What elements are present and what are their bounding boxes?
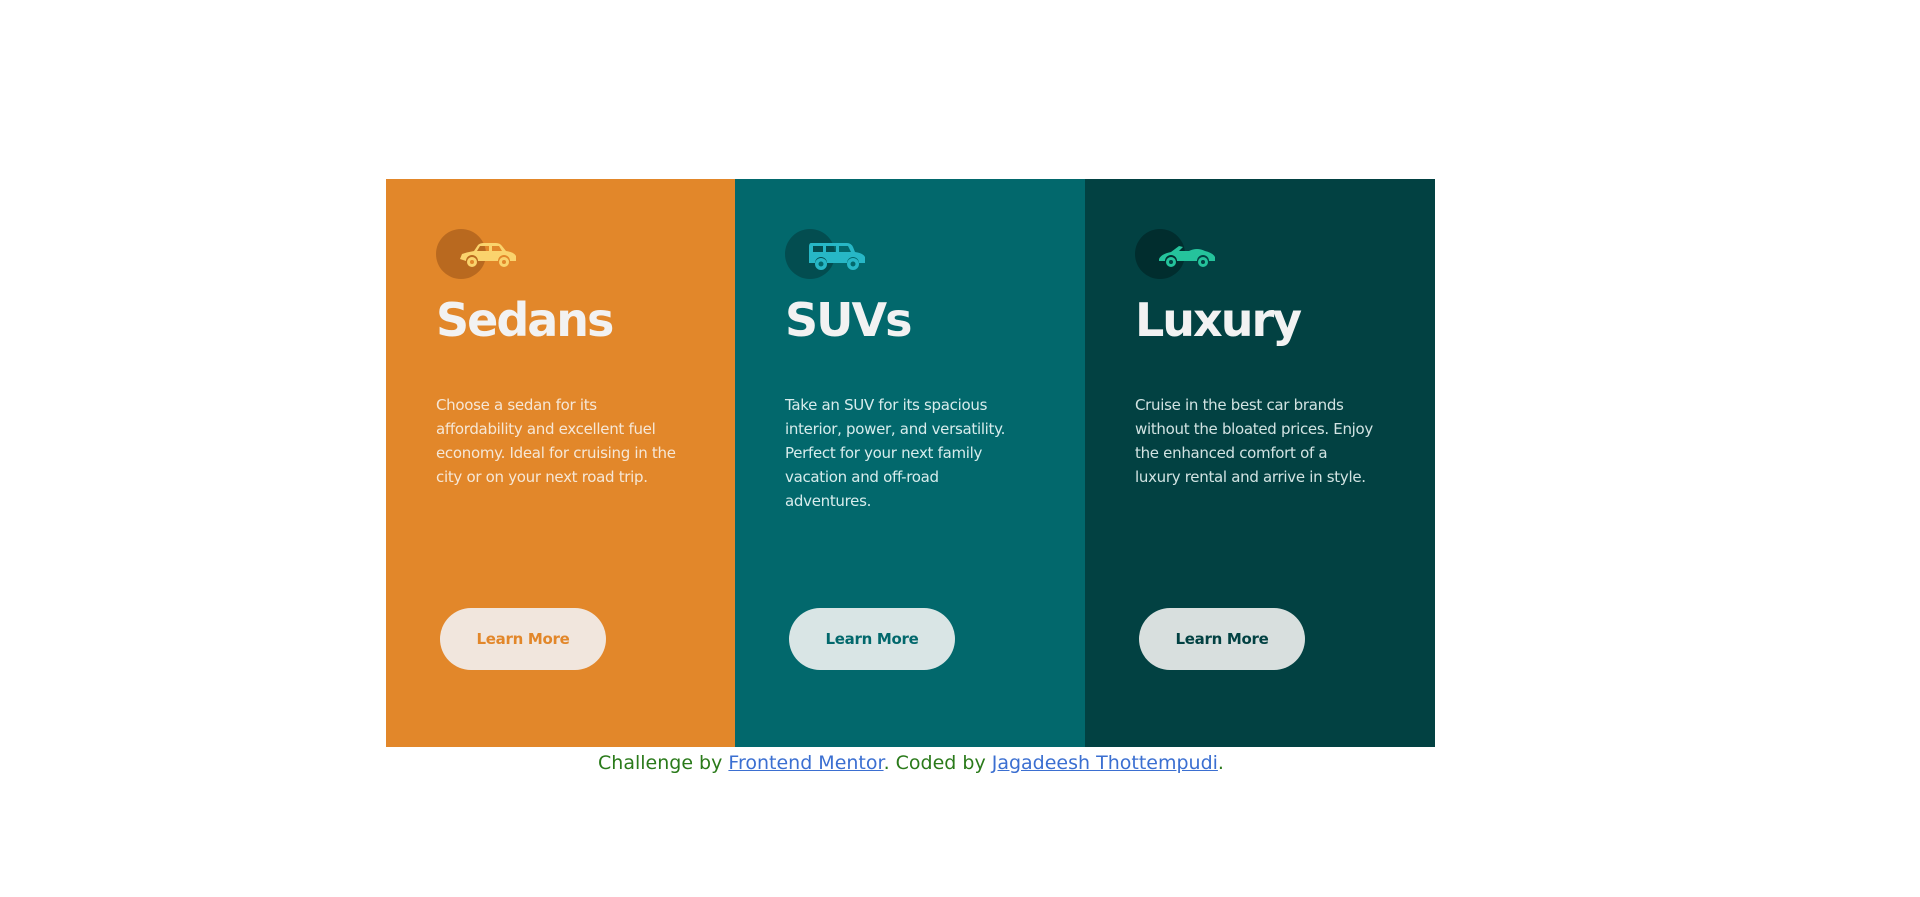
suv-car-icon <box>809 243 865 270</box>
sedan-icon-group <box>436 229 522 279</box>
attribution-suffix: . <box>1217 752 1224 774</box>
suv-icon-group <box>785 229 871 279</box>
learn-more-button-luxury[interactable]: Learn More <box>1139 608 1305 670</box>
attribution-middle: . Coded by <box>883 752 992 774</box>
card-title: Sedans <box>436 293 614 347</box>
card-description: Choose a sedan for its affordability and… <box>436 396 676 486</box>
learn-more-button-sedans[interactable]: Learn More <box>440 608 606 670</box>
attribution-prefix: Challenge by <box>598 752 729 774</box>
card-title: SUVs <box>785 293 912 347</box>
page: Sedans Choose a sedan for its affordabil… <box>0 0 1920 897</box>
card-grid: Sedans Choose a sedan for its affordabil… <box>386 179 1435 747</box>
attribution: Challenge by Frontend Mentor. Coded by J… <box>0 752 1822 774</box>
card-luxury: Luxury Cruise in the best car brands wit… <box>1085 179 1435 747</box>
learn-more-button-suvs[interactable]: Learn More <box>789 608 955 670</box>
card-suvs: SUVs Take an SUV for its spacious interi… <box>735 179 1085 747</box>
luxury-icon-group <box>1135 229 1221 279</box>
card-sedans: Sedans Choose a sedan for its affordabil… <box>386 179 735 747</box>
author-link[interactable]: Jagadeesh Thottempudi <box>992 752 1218 774</box>
luxury-car-icon <box>1159 246 1215 267</box>
sedan-car-icon <box>460 243 516 267</box>
card-description: Cruise in the best car brands without th… <box>1135 396 1373 486</box>
frontend-mentor-link[interactable]: Frontend Mentor <box>728 752 883 774</box>
card-title: Luxury <box>1135 293 1302 347</box>
card-description: Take an SUV for its spacious interior, p… <box>785 396 1006 510</box>
